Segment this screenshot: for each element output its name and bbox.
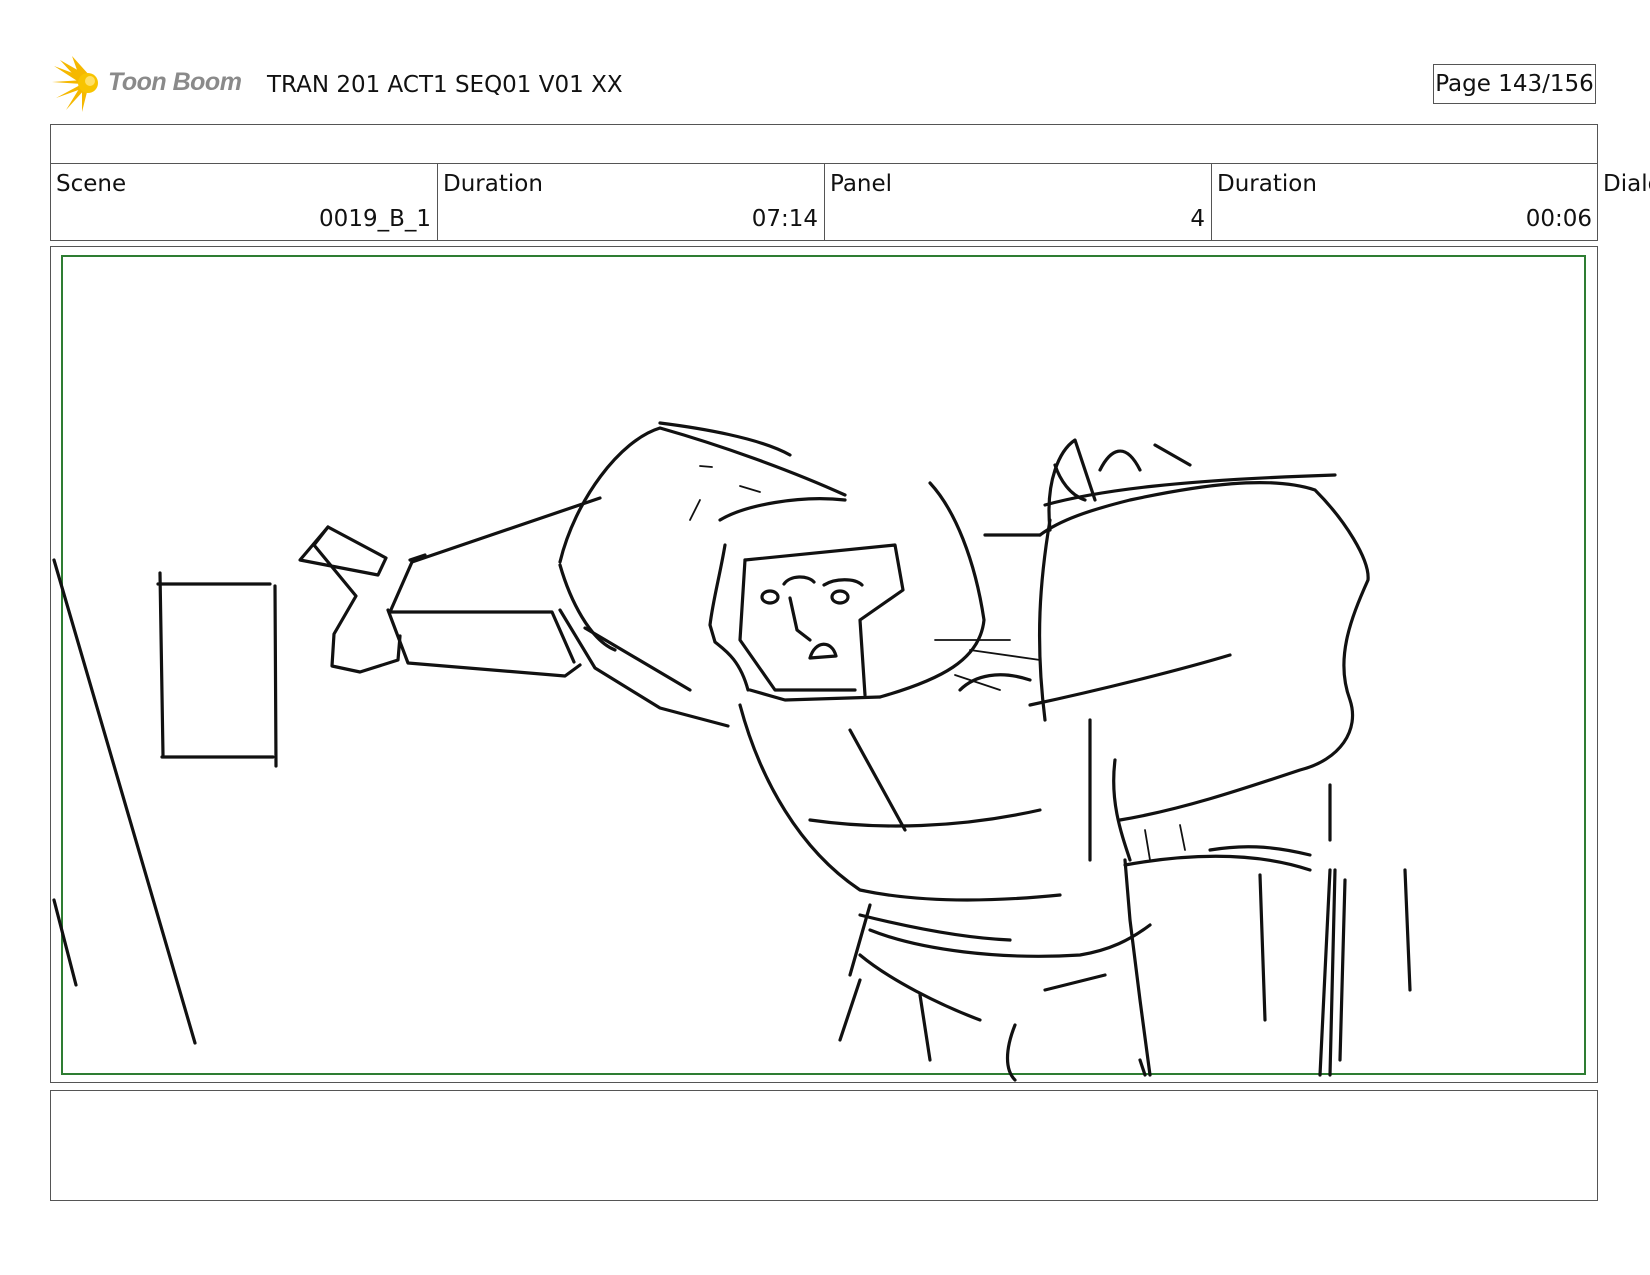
storyboard-sketch (52, 421, 1412, 1082)
notes-box (50, 1090, 1598, 1201)
